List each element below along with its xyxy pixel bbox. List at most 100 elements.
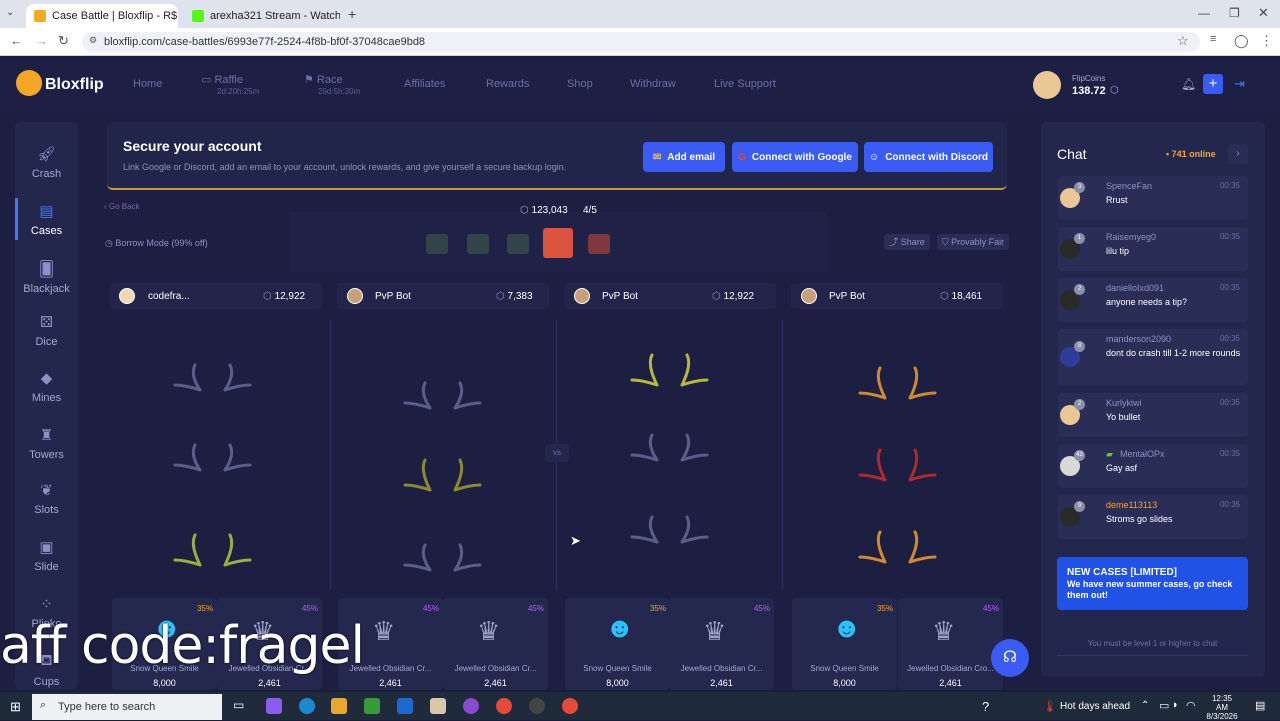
item-value: 2,461: [379, 678, 402, 688]
weather-text[interactable]: Hot days ahead: [1060, 701, 1130, 712]
app-icon[interactable]: [430, 698, 446, 714]
notification-icon[interactable]: ▤: [1255, 699, 1265, 712]
case-icon: ▤: [39, 203, 54, 220]
sidebar-item-slide[interactable]: ▣ Slide: [15, 538, 78, 573]
chat-input-disabled[interactable]: You must be level 1 or higher to chat: [1057, 632, 1248, 656]
sidebar-item-cases[interactable]: ▤ Cases: [15, 202, 78, 237]
nav-raffle[interactable]: ▭ Raffle 2d:20h:25m: [201, 73, 259, 96]
item-name: Snow Queen Smile: [810, 664, 879, 673]
site-info-icon[interactable]: ⚙: [89, 35, 97, 46]
go-back-link[interactable]: ‹ Go Back: [104, 202, 140, 211]
connect-discord-button[interactable]: ☺ Connect with Discord: [864, 142, 993, 172]
sidebar-item-mines[interactable]: ◆ Mines: [15, 369, 78, 404]
tab-list-icon[interactable]: ⌄: [6, 7, 14, 18]
forward-icon[interactable]: →: [35, 33, 48, 48]
nav-live-support[interactable]: Live Support: [714, 78, 776, 90]
deposit-plus-icon[interactable]: +: [1203, 74, 1223, 94]
help-icon[interactable]: ?: [982, 699, 989, 714]
nav-rewards[interactable]: Rewards: [486, 78, 529, 90]
copilot-icon[interactable]: [266, 698, 282, 714]
item-card[interactable]: 45% ♛ Jewelled Obsidian Cr... 2,461: [443, 598, 548, 690]
restore-icon[interactable]: ❐: [1229, 6, 1240, 20]
collapse-chat-icon[interactable]: ›: [1228, 144, 1248, 164]
mail-app-icon[interactable]: [397, 698, 413, 714]
back-icon[interactable]: ←: [10, 33, 23, 48]
taskbar-search-input[interactable]: Type here to search: [32, 694, 222, 720]
case-thumb: [467, 234, 489, 254]
tab-case-battle[interactable]: Case Battle | Bloxflip - R$ S ✕: [26, 4, 178, 28]
share-button[interactable]: ⤴ Share: [884, 234, 930, 250]
discord-app-icon[interactable]: [463, 698, 479, 714]
tab-stream[interactable]: arexha321 Stream - Watch Live ✕: [184, 4, 340, 28]
tray-overflow-icon[interactable]: ⌃: [1141, 700, 1149, 711]
level-badge: 8: [1074, 341, 1085, 352]
media-icon[interactable]: ≡: [1210, 33, 1216, 45]
chat-username[interactable]: danielloIxd091: [1106, 283, 1164, 293]
edge-icon[interactable]: [299, 698, 315, 714]
chat-username[interactable]: deme113113: [1106, 500, 1157, 510]
reload-icon[interactable]: ↻: [58, 33, 69, 49]
minimize-icon[interactable]: —: [1198, 6, 1210, 20]
task-view-icon[interactable]: ▭: [233, 698, 249, 714]
logo-text[interactable]: Bloxflip: [45, 76, 104, 94]
nav-home[interactable]: Home: [133, 78, 162, 90]
chat-message: 8 manderson2090 00:35 dont do crash till 1-…: [1058, 329, 1248, 385]
nav-affiliates[interactable]: Affiliates: [404, 78, 445, 90]
url-input[interactable]: bloxflip.com/case-battles/6993e77f-2524-…: [82, 32, 1200, 52]
clock[interactable]: 12:35 AM 8/3/2026: [1206, 694, 1238, 721]
add-email-button[interactable]: ✉ Add email: [643, 142, 725, 172]
menu-icon[interactable]: ⋮: [1260, 33, 1273, 49]
item-card[interactable]: 35% ☻ Snow Queen Smile 8,000: [792, 598, 897, 690]
chat-username[interactable]: SpenceFan: [1106, 181, 1152, 191]
borrow-mode[interactable]: ◷ Borrow Mode (99% off): [105, 238, 208, 249]
bell-icon[interactable]: 🔔︎: [1181, 77, 1196, 91]
item-card[interactable]: 35% ☻ Snow Queen Smile 8,000: [565, 598, 670, 690]
sidebar-item-towers[interactable]: ♜ Towers: [15, 426, 78, 461]
new-tab-icon[interactable]: +: [348, 6, 356, 22]
speaker-icon[interactable]: ◗: [1172, 699, 1179, 711]
store-icon[interactable]: [364, 698, 380, 714]
nav-withdraw[interactable]: Withdraw: [630, 78, 676, 90]
obs-icon[interactable]: [529, 698, 545, 714]
profile-icon[interactable]: ◯: [1234, 33, 1249, 49]
item-card[interactable]: 45% ♛ Jewelled Obsidian Cr... 2,461: [669, 598, 774, 690]
raffle-timer: 2d:20h:25m: [217, 87, 260, 96]
wifi-icon[interactable]: ◠: [1186, 699, 1196, 712]
level-badge: 2: [1074, 284, 1085, 295]
bloxflip-favicon-icon: [34, 10, 46, 22]
avatar: [801, 288, 817, 304]
sidebar-item-label: Towers: [29, 449, 64, 461]
sidebar-item-crash[interactable]: 🚀︎ Crash: [15, 145, 78, 180]
item-name: Snow Queen Smile: [583, 664, 652, 673]
nav-raffle-label: Raffle: [214, 74, 243, 86]
sidebar-item-slots[interactable]: ❦ Slots: [15, 481, 78, 516]
nav-race[interactable]: ⚑ Race 29d:5h:20m: [304, 73, 360, 96]
close-window-icon[interactable]: ✕: [1258, 5, 1269, 21]
shield-icon: ⛉: [941, 237, 952, 247]
user-avatar[interactable]: [1033, 71, 1061, 99]
logout-icon[interactable]: ⇥: [1234, 76, 1245, 92]
file-explorer-icon[interactable]: [331, 698, 347, 714]
chrome-icon[interactable]: [496, 698, 512, 714]
sidebar-item-dice[interactable]: ⚄ Dice: [15, 313, 78, 348]
support-headset-icon[interactable]: ☊: [991, 639, 1029, 677]
sidebar-item-blackjack[interactable]: 🂠 Blackjack: [15, 260, 78, 295]
nav-shop[interactable]: Shop: [567, 78, 593, 90]
promo-banner[interactable]: NEW CASES [LIMITED] We have new summer c…: [1057, 557, 1248, 610]
connect-google-button[interactable]: G Connect with Google: [732, 142, 858, 172]
bookmark-star-icon[interactable]: ☆: [1177, 33, 1189, 49]
chat-username[interactable]: MentalOPx: [1120, 449, 1165, 459]
chat-username[interactable]: manderson2090: [1106, 334, 1171, 344]
network-icon[interactable]: ▭: [1159, 699, 1169, 712]
promo-title: NEW CASES [LIMITED]: [1067, 567, 1177, 578]
provably-fair-button[interactable]: ⛉ Provably Fair: [937, 234, 1009, 250]
windows-start-icon[interactable]: ⊞: [10, 699, 21, 715]
badge-icon: ▰: [1106, 449, 1113, 459]
online-count-text: 741 online: [1171, 149, 1216, 159]
chat-username[interactable]: Kurlykiwi: [1106, 398, 1142, 408]
item-value: 2,461: [258, 678, 281, 688]
item-card[interactable]: 45% ♛ Jewelled Obsidian Cro... 2,461: [898, 598, 1003, 690]
chat-username[interactable]: Raisemyeg0: [1106, 232, 1156, 242]
bloxflip-logo-icon[interactable]: [16, 70, 42, 96]
chrome-icon[interactable]: [562, 698, 578, 714]
